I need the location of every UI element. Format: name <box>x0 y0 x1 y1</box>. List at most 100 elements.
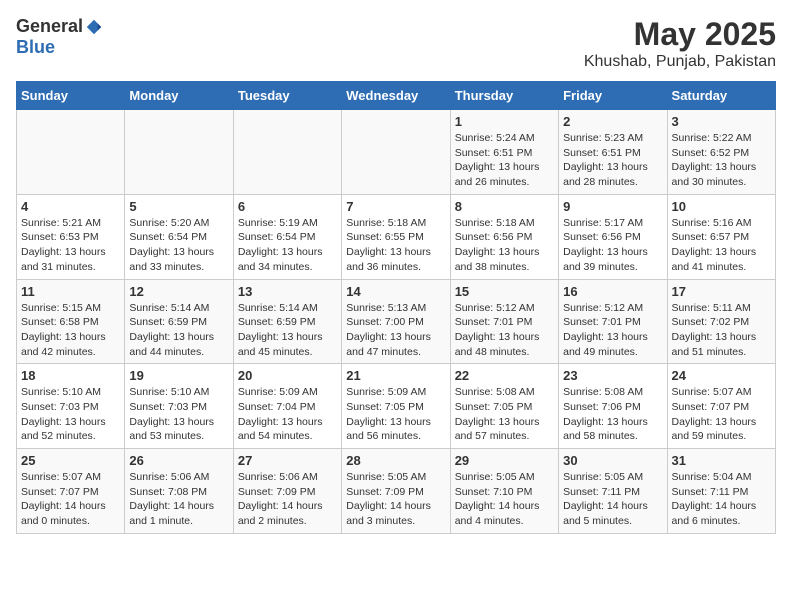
day-cell-8: 8Sunrise: 5:18 AM Sunset: 6:56 PM Daylig… <box>450 194 558 279</box>
week-row-3: 11Sunrise: 5:15 AM Sunset: 6:58 PM Dayli… <box>17 279 776 364</box>
day-number-14: 14 <box>346 284 445 299</box>
day-number-17: 17 <box>672 284 771 299</box>
day-cell-22: 22Sunrise: 5:08 AM Sunset: 7:05 PM Dayli… <box>450 364 558 449</box>
header-friday: Friday <box>559 82 667 110</box>
day-number-20: 20 <box>238 368 337 383</box>
day-number-25: 25 <box>21 453 120 468</box>
day-detail-19: Sunrise: 5:10 AM Sunset: 7:03 PM Dayligh… <box>129 385 228 444</box>
day-cell-16: 16 Sunrise: 5:12 AM Sunset: 7:01 PM Dayli… <box>559 279 667 364</box>
logo-text-general: General <box>16 16 83 37</box>
day-detail-14: Sunrise: 5:13 AM Sunset: 7:00 PM Dayligh… <box>346 301 445 360</box>
day-number-23: 23 <box>563 368 662 383</box>
day-cell-19: 19 Sunrise: 5:10 AM Sunset: 7:03 PM Dayli… <box>125 364 233 449</box>
calendar-table: SundayMondayTuesdayWednesdayThursdayFrid… <box>16 81 776 534</box>
day-detail-26: Sunrise: 5:06 AM Sunset: 7:08 PM Dayligh… <box>129 470 228 529</box>
day-detail-28: Sunrise: 5:05 AM Sunset: 7:09 PM Dayligh… <box>346 470 445 529</box>
header-tuesday: Tuesday <box>233 82 341 110</box>
day-detail-13: Sunrise: 5:14 AM Sunset: 6:59 PM Dayligh… <box>238 301 337 360</box>
day-number-24: 24 <box>672 368 771 383</box>
day-cell-10: 10 Sunrise: 5:16 AM Sunset: 6:57 PM Dayli… <box>667 194 775 279</box>
day-number-27: 27 <box>238 453 337 468</box>
day-detail-20: Sunrise: 5:09 AM Sunset: 7:04 PM Dayligh… <box>238 385 337 444</box>
day-detail-18: Sunrise: 5:10 AM Sunset: 7:03 PM Dayligh… <box>21 385 120 444</box>
day-cell-15: 15 Sunrise: 5:12 AM Sunset: 7:01 PM Dayli… <box>450 279 558 364</box>
header-thursday: Thursday <box>450 82 558 110</box>
day-detail-8: Sunrise: 5:18 AM Sunset: 6:56 PM Dayligh… <box>455 216 554 275</box>
day-cell-6: 6Sunrise: 5:19 AM Sunset: 6:54 PM Daylig… <box>233 194 341 279</box>
day-number-7: 7 <box>346 199 445 214</box>
week-row-4: 18 Sunrise: 5:10 AM Sunset: 7:03 PM Dayli… <box>17 364 776 449</box>
day-number-16: 16 <box>563 284 662 299</box>
day-number-13: 13 <box>238 284 337 299</box>
day-number-1: 1 <box>455 114 554 129</box>
day-cell-12: 12 Sunrise: 5:14 AM Sunset: 6:59 PM Dayli… <box>125 279 233 364</box>
day-cell-31: 31Sunrise: 5:04 AM Sunset: 7:11 PM Dayli… <box>667 449 775 534</box>
day-number-31: 31 <box>672 453 771 468</box>
day-cell-21: 21 Sunrise: 5:09 AM Sunset: 7:05 PM Dayli… <box>342 364 450 449</box>
day-cell-13: 13 Sunrise: 5:14 AM Sunset: 6:59 PM Dayli… <box>233 279 341 364</box>
day-number-29: 29 <box>455 453 554 468</box>
day-number-4: 4 <box>21 199 120 214</box>
day-cell-4: 4 Sunrise: 5:21 AM Sunset: 6:53 PM Daylig… <box>17 194 125 279</box>
day-detail-7: Sunrise: 5:18 AM Sunset: 6:55 PM Dayligh… <box>346 216 445 275</box>
header-monday: Monday <box>125 82 233 110</box>
day-number-21: 21 <box>346 368 445 383</box>
day-number-10: 10 <box>672 199 771 214</box>
calendar-header-row: SundayMondayTuesdayWednesdayThursdayFrid… <box>17 82 776 110</box>
day-cell-17: 17 Sunrise: 5:11 AM Sunset: 7:02 PM Dayli… <box>667 279 775 364</box>
day-number-5: 5 <box>129 199 228 214</box>
day-cell-26: 26Sunrise: 5:06 AM Sunset: 7:08 PM Dayli… <box>125 449 233 534</box>
day-detail-22: Sunrise: 5:08 AM Sunset: 7:05 PM Dayligh… <box>455 385 554 444</box>
day-detail-3: Sunrise: 5:22 AM Sunset: 6:52 PM Dayligh… <box>672 131 771 190</box>
subtitle: Khushab, Punjab, Pakistan <box>584 53 776 71</box>
day-detail-6: Sunrise: 5:19 AM Sunset: 6:54 PM Dayligh… <box>238 216 337 275</box>
day-cell-3: 3Sunrise: 5:22 AM Sunset: 6:52 PM Daylig… <box>667 110 775 195</box>
logo-icon <box>85 18 103 36</box>
day-number-2: 2 <box>563 114 662 129</box>
day-cell-11: 11Sunrise: 5:15 AM Sunset: 6:58 PM Dayli… <box>17 279 125 364</box>
day-detail-12: Sunrise: 5:14 AM Sunset: 6:59 PM Dayligh… <box>129 301 228 360</box>
day-detail-25: Sunrise: 5:07 AM Sunset: 7:07 PM Dayligh… <box>21 470 120 529</box>
day-number-15: 15 <box>455 284 554 299</box>
header-saturday: Saturday <box>667 82 775 110</box>
day-cell-24: 24 Sunrise: 5:07 AM Sunset: 7:07 PM Dayli… <box>667 364 775 449</box>
day-detail-24: Sunrise: 5:07 AM Sunset: 7:07 PM Dayligh… <box>672 385 771 444</box>
day-cell-25: 25 Sunrise: 5:07 AM Sunset: 7:07 PM Dayli… <box>17 449 125 534</box>
day-cell-18: 18 Sunrise: 5:10 AM Sunset: 7:03 PM Dayli… <box>17 364 125 449</box>
day-number-30: 30 <box>563 453 662 468</box>
empty-cell <box>233 110 341 195</box>
title-area: May 2025 Khushab, Punjab, Pakistan <box>584 16 776 71</box>
day-number-19: 19 <box>129 368 228 383</box>
day-cell-30: 30Sunrise: 5:05 AM Sunset: 7:11 PM Dayli… <box>559 449 667 534</box>
day-number-28: 28 <box>346 453 445 468</box>
day-cell-5: 5 Sunrise: 5:20 AM Sunset: 6:54 PM Daylig… <box>125 194 233 279</box>
day-cell-1: 1Sunrise: 5:24 AM Sunset: 6:51 PM Daylig… <box>450 110 558 195</box>
day-detail-15: Sunrise: 5:12 AM Sunset: 7:01 PM Dayligh… <box>455 301 554 360</box>
day-detail-21: Sunrise: 5:09 AM Sunset: 7:05 PM Dayligh… <box>346 385 445 444</box>
day-number-11: 11 <box>21 284 120 299</box>
day-cell-28: 28 Sunrise: 5:05 AM Sunset: 7:09 PM Dayli… <box>342 449 450 534</box>
day-detail-5: Sunrise: 5:20 AM Sunset: 6:54 PM Dayligh… <box>129 216 228 275</box>
day-detail-16: Sunrise: 5:12 AM Sunset: 7:01 PM Dayligh… <box>563 301 662 360</box>
day-cell-23: 23Sunrise: 5:08 AM Sunset: 7:06 PM Dayli… <box>559 364 667 449</box>
week-row-1: 1Sunrise: 5:24 AM Sunset: 6:51 PM Daylig… <box>17 110 776 195</box>
header-wednesday: Wednesday <box>342 82 450 110</box>
day-detail-17: Sunrise: 5:11 AM Sunset: 7:02 PM Dayligh… <box>672 301 771 360</box>
day-cell-9: 9 Sunrise: 5:17 AM Sunset: 6:56 PM Daylig… <box>559 194 667 279</box>
day-number-18: 18 <box>21 368 120 383</box>
day-detail-29: Sunrise: 5:05 AM Sunset: 7:10 PM Dayligh… <box>455 470 554 529</box>
day-detail-9: Sunrise: 5:17 AM Sunset: 6:56 PM Dayligh… <box>563 216 662 275</box>
header-sunday: Sunday <box>17 82 125 110</box>
empty-cell <box>342 110 450 195</box>
empty-cell <box>125 110 233 195</box>
day-number-12: 12 <box>129 284 228 299</box>
logo-text-blue: Blue <box>16 37 55 58</box>
day-detail-27: Sunrise: 5:06 AM Sunset: 7:09 PM Dayligh… <box>238 470 337 529</box>
day-cell-27: 27 Sunrise: 5:06 AM Sunset: 7:09 PM Dayli… <box>233 449 341 534</box>
day-detail-10: Sunrise: 5:16 AM Sunset: 6:57 PM Dayligh… <box>672 216 771 275</box>
day-cell-14: 14 Sunrise: 5:13 AM Sunset: 7:00 PM Dayli… <box>342 279 450 364</box>
day-cell-20: 20 Sunrise: 5:09 AM Sunset: 7:04 PM Dayli… <box>233 364 341 449</box>
main-title: May 2025 <box>584 16 776 53</box>
day-number-9: 9 <box>563 199 662 214</box>
day-detail-4: Sunrise: 5:21 AM Sunset: 6:53 PM Dayligh… <box>21 216 120 275</box>
